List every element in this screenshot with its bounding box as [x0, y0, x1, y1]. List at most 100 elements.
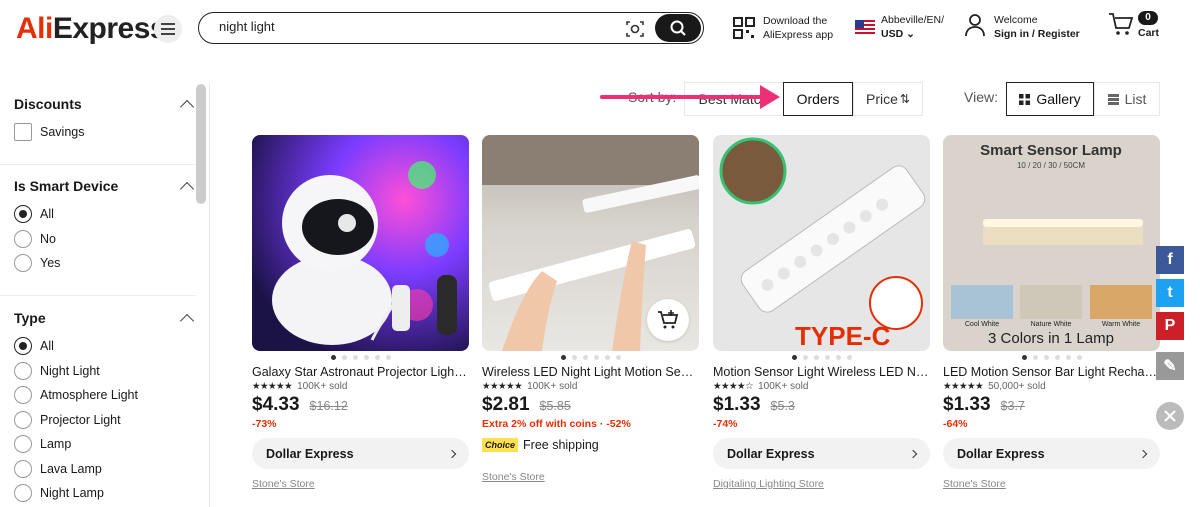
- radio-button[interactable]: [14, 484, 32, 503]
- list-icon: [1107, 93, 1119, 105]
- product-rating: ★★★★★ 100K+ sold: [482, 381, 578, 392]
- original-price: $5.85: [539, 399, 571, 413]
- filter-option-all[interactable]: All: [14, 202, 196, 227]
- download-app-link[interactable]: Download the AliExpress app: [733, 14, 833, 42]
- sidebar-scrollbar[interactable]: [196, 84, 206, 204]
- account-menu[interactable]: Welcome Sign in / Register: [964, 13, 1080, 41]
- radio-button[interactable]: [14, 337, 32, 356]
- radio-button[interactable]: [14, 254, 32, 273]
- chevron-down-icon: ⌄: [906, 28, 915, 40]
- product-card[interactable]: TYPE-C Motion Sensor Light Wireless LED …: [713, 135, 930, 490]
- facet-type-header[interactable]: Type: [14, 308, 196, 329]
- product-title[interactable]: Motion Sensor Light Wireless LED Night L…: [713, 365, 930, 379]
- dollar-express-button[interactable]: Dollar Express: [252, 438, 469, 469]
- swatch-label: Nature White: [1031, 321, 1072, 328]
- product-title[interactable]: Galaxy Star Astronaut Projector Light Ni…: [252, 365, 469, 379]
- star-rating-icon: ★★★★★: [482, 381, 523, 392]
- radio-button[interactable]: [14, 205, 32, 224]
- divider: [0, 164, 196, 165]
- facet-discounts-header[interactable]: Discounts: [14, 94, 196, 115]
- chevron-up-icon: [179, 181, 195, 197]
- dollar-express-button[interactable]: Dollar Express: [713, 438, 930, 469]
- product-rating: ★★★★★ 50,000+ sold: [943, 381, 1046, 392]
- product-card[interactable]: Wireless LED Night Light Motion Sensor ★…: [482, 135, 699, 483]
- checkbox[interactable]: [14, 123, 32, 142]
- search-input[interactable]: [219, 19, 599, 34]
- dollar-express-button[interactable]: Dollar Express: [943, 438, 1160, 469]
- store-link[interactable]: Stone's Store: [482, 471, 699, 483]
- close-icon: [1164, 410, 1176, 422]
- image-carousel-dots[interactable]: [943, 355, 1160, 361]
- filter-option-atmosphere-light[interactable]: Atmosphere Light: [14, 383, 196, 408]
- edit-share-button[interactable]: ✎: [1156, 352, 1184, 380]
- filter-option-night-light[interactable]: Night Light: [14, 359, 196, 384]
- twitter-share-button[interactable]: t: [1156, 279, 1184, 307]
- chevron-right-icon: [908, 449, 918, 458]
- chevron-right-icon: [447, 449, 457, 458]
- image-text-colors: 3 Colors in 1 Lamp: [988, 330, 1114, 347]
- camera-search-icon[interactable]: [625, 19, 645, 39]
- sort-orders[interactable]: Orders: [783, 82, 853, 116]
- filter-option-savings[interactable]: Savings: [14, 120, 196, 145]
- product-card[interactable]: Smart Sensor Lamp 10 / 20 / 30 / 50CM Co…: [943, 135, 1160, 490]
- store-link[interactable]: Digitaling Lighting Store: [713, 478, 930, 490]
- grid-icon: [1019, 93, 1031, 105]
- swatch-label: Warm White: [1102, 321, 1140, 328]
- image-text-sizes: 10 / 20 / 30 / 50CM: [1017, 161, 1085, 170]
- view-gallery[interactable]: Gallery: [1006, 82, 1094, 116]
- free-shipping-row: Choice Free shipping: [482, 438, 699, 452]
- product-image[interactable]: TYPE-C: [713, 135, 930, 351]
- image-carousel-dots[interactable]: [252, 355, 469, 361]
- product-title[interactable]: LED Motion Sensor Bar Light Rechargeable: [943, 365, 1160, 379]
- image-carousel-dots[interactable]: [713, 355, 930, 361]
- cart-icon: [1109, 13, 1134, 35]
- cart-button[interactable]: 0 Cart: [1108, 11, 1159, 41]
- radio-button[interactable]: [14, 435, 32, 454]
- radio-button[interactable]: [14, 361, 32, 380]
- product-image[interactable]: [482, 135, 699, 351]
- region-selector[interactable]: Abbeville/EN/USD ⌄: [855, 13, 944, 41]
- pencil-icon: ✎: [1163, 358, 1177, 375]
- image-text-type-c: TYPE-C: [795, 321, 891, 351]
- pinterest-share-button[interactable]: P: [1156, 312, 1184, 340]
- filter-option-no[interactable]: No: [14, 227, 196, 252]
- discount-badge: -64%: [943, 418, 968, 430]
- image-text-title: Smart Sensor Lamp: [980, 142, 1122, 159]
- store-link[interactable]: Stone's Store: [943, 478, 1160, 490]
- annotation-arrow: [600, 95, 768, 99]
- radio-button[interactable]: [14, 410, 32, 429]
- search-button[interactable]: [655, 14, 701, 42]
- close-share-button[interactable]: [1156, 402, 1184, 430]
- radio-button[interactable]: [14, 229, 32, 248]
- facet-smart-device-header[interactable]: Is Smart Device: [14, 176, 196, 197]
- filter-option-night-lamp[interactable]: Night Lamp: [14, 481, 196, 506]
- store-link[interactable]: Stone's Store: [252, 478, 469, 490]
- radio-button[interactable]: [14, 386, 32, 405]
- divider: [0, 295, 196, 296]
- chevron-up-icon: [179, 99, 195, 115]
- filter-option-lamp[interactable]: Lamp: [14, 432, 196, 457]
- facebook-share-button[interactable]: f: [1156, 246, 1184, 274]
- product-image[interactable]: Smart Sensor Lamp 10 / 20 / 30 / 50CM Co…: [943, 135, 1160, 351]
- annotation-arrowhead: [760, 85, 780, 109]
- image-carousel-dots[interactable]: [482, 355, 699, 361]
- swatch-label: Cool White: [965, 321, 999, 328]
- original-price: $5.3: [770, 399, 795, 413]
- product-title[interactable]: Wireless LED Night Light Motion Sensor: [482, 365, 699, 379]
- facet-discounts: Discounts Savings: [14, 94, 196, 145]
- filter-option-lava-lamp[interactable]: Lava Lamp: [14, 457, 196, 482]
- facet-smart-device: Is Smart Device All No Yes: [14, 176, 196, 276]
- view-list[interactable]: List: [1094, 82, 1160, 116]
- aliexpress-logo[interactable]: AliExpress: [16, 12, 167, 46]
- add-to-cart-button[interactable]: [647, 299, 689, 341]
- filter-option-projector-light[interactable]: Projector Light: [14, 408, 196, 433]
- sort-price[interactable]: Price ⇅: [853, 82, 923, 116]
- radio-button[interactable]: [14, 459, 32, 478]
- product-image[interactable]: [252, 135, 469, 351]
- add-to-cart-icon: [658, 310, 679, 329]
- sensor-bar-lamp-illustration: Smart Sensor Lamp 10 / 20 / 30 / 50CM Co…: [951, 142, 1152, 347]
- menu-button[interactable]: [154, 15, 182, 43]
- filter-option-all[interactable]: All: [14, 334, 196, 359]
- product-card[interactable]: Galaxy Star Astronaut Projector Light Ni…: [252, 135, 469, 490]
- filter-option-yes[interactable]: Yes: [14, 251, 196, 276]
